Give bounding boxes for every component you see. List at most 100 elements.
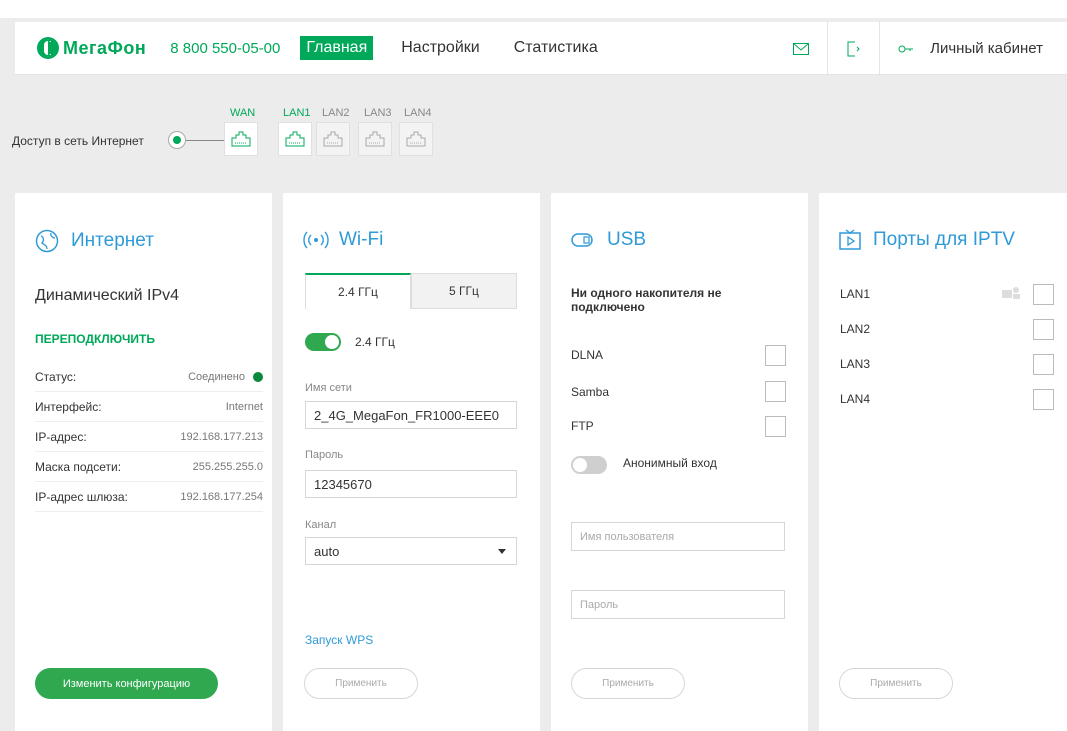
username-input[interactable] bbox=[571, 522, 785, 551]
ethernet-port-icon bbox=[406, 131, 426, 147]
channel-value: auto bbox=[314, 543, 340, 559]
port-lan3[interactable] bbox=[358, 122, 392, 156]
service-label-dlna: DLNA bbox=[571, 348, 604, 362]
row-key: Интерфейс: bbox=[35, 399, 102, 414]
iptv-lan2-checkbox[interactable] bbox=[1033, 319, 1054, 340]
usb-title-text: USB bbox=[607, 229, 647, 250]
row-key: Статус: bbox=[35, 369, 77, 384]
table-row: Статус: Соединено bbox=[35, 362, 263, 392]
nav-item-stats[interactable]: Статистика bbox=[508, 36, 604, 60]
messages-button[interactable] bbox=[775, 22, 827, 75]
iptv-apply-button[interactable]: Применить bbox=[839, 668, 953, 699]
usb-card: USB Ни одного накопителя не подключено D… bbox=[551, 193, 808, 731]
tab-5ghz[interactable]: 5 ГГц bbox=[411, 273, 517, 309]
row-value: 192.168.177.213 bbox=[180, 430, 263, 443]
dlna-checkbox[interactable] bbox=[765, 345, 786, 366]
iptv-port-label-lan3: LAN3 bbox=[840, 357, 871, 371]
port-label-lan1: LAN1 bbox=[283, 107, 311, 119]
ssid-label: Имя сети bbox=[305, 382, 352, 394]
globe-icon bbox=[35, 229, 59, 253]
internet-access-label: Доступ в сеть Интернет bbox=[12, 134, 144, 148]
header-actions: Личный кабинет bbox=[775, 22, 1067, 75]
wifi-toggle-label: 2.4 ГГц bbox=[355, 335, 395, 349]
chevron-down-icon bbox=[498, 549, 506, 554]
ethernet-port-icon bbox=[365, 131, 385, 147]
password-input[interactable] bbox=[305, 470, 517, 498]
personal-account-link[interactable]: Личный кабинет bbox=[879, 22, 1067, 75]
port-label-lan4: LAN4 bbox=[404, 107, 432, 119]
channel-select[interactable]: auto bbox=[305, 537, 517, 565]
tab-2-4ghz[interactable]: 2.4 ГГц bbox=[305, 273, 411, 309]
logo[interactable]: МегаФон bbox=[37, 37, 146, 59]
port-wan[interactable] bbox=[224, 122, 258, 156]
iptv-title-text: Порты для IPTV bbox=[873, 229, 1015, 250]
header: МегаФон 8 800 550-05-00 Главная Настройк… bbox=[15, 22, 1067, 75]
mail-icon bbox=[793, 42, 810, 55]
wifi-title: Wi-Fi bbox=[303, 229, 383, 251]
connector-line bbox=[186, 140, 224, 141]
nav-item-home[interactable]: Главная bbox=[300, 36, 374, 60]
internet-title: Интернет bbox=[35, 229, 154, 253]
table-row: Маска подсети: 255.255.255.0 bbox=[35, 452, 263, 482]
password-label: Пароль bbox=[305, 449, 344, 461]
connection-type: Динамический IPv4 bbox=[35, 287, 180, 304]
service-label-samba: Samba bbox=[571, 385, 610, 399]
band-tabs: 2.4 ГГц 5 ГГц bbox=[305, 273, 517, 309]
ethernet-port-icon bbox=[323, 131, 343, 147]
nav-item-settings[interactable]: Настройки bbox=[395, 36, 485, 60]
iptv-card: Порты для IPTV LAN1 LAN2 LAN3 LAN4 Приме… bbox=[819, 193, 1067, 731]
internet-title-text: Интернет bbox=[71, 230, 154, 251]
iptv-lan4-checkbox[interactable] bbox=[1033, 389, 1054, 410]
row-value: Internet bbox=[225, 400, 263, 413]
port-label-lan2: LAN2 bbox=[322, 107, 350, 119]
row-value: Соединено bbox=[188, 371, 263, 383]
port-lan1[interactable] bbox=[278, 122, 312, 156]
wps-link[interactable]: Запуск WPS bbox=[305, 633, 373, 647]
usb-password-input[interactable] bbox=[571, 590, 785, 619]
top-strip bbox=[0, 0, 1067, 18]
iptv-port-label-lan1: LAN1 bbox=[840, 287, 871, 301]
key-icon bbox=[898, 45, 914, 52]
iptv-lan3-checkbox[interactable] bbox=[1033, 354, 1054, 375]
megafon-logo-icon bbox=[37, 37, 59, 59]
reconnect-link[interactable]: ПЕРЕПОДКЛЮЧИТЬ bbox=[35, 332, 155, 346]
wifi-apply-button[interactable]: Применить bbox=[304, 668, 418, 699]
main-nav: Главная Настройки Статистика bbox=[292, 36, 603, 60]
cabinet-label: Личный кабинет bbox=[930, 40, 1043, 57]
logout-icon bbox=[847, 41, 860, 56]
samba-checkbox[interactable] bbox=[765, 381, 786, 402]
logout-button[interactable] bbox=[827, 22, 879, 75]
ethernet-port-icon bbox=[231, 131, 251, 147]
port-lan4[interactable] bbox=[399, 122, 433, 156]
ftp-checkbox[interactable] bbox=[765, 416, 786, 437]
change-config-button[interactable]: Изменить конфигурацию bbox=[35, 668, 218, 699]
table-row: IP-адрес шлюза: 192.168.177.254 bbox=[35, 482, 263, 512]
ssid-input[interactable] bbox=[305, 401, 517, 429]
wifi-card: Wi-Fi 2.4 ГГц 5 ГГц 2.4 ГГц Имя сети Пар… bbox=[283, 193, 540, 731]
channel-label: Канал bbox=[305, 519, 337, 531]
wifi-enable-toggle[interactable] bbox=[305, 333, 341, 351]
wifi-icon bbox=[303, 231, 329, 249]
port-lan2[interactable] bbox=[316, 122, 350, 156]
usb-no-drive-message: Ни одного накопителя не подключено bbox=[571, 286, 722, 314]
usb-title: USB bbox=[571, 229, 646, 251]
logo-text: МегаФон bbox=[63, 37, 147, 58]
connection-info-table: Статус: Соединено Интерфейс: Internet IP… bbox=[35, 362, 263, 512]
status-value: Соединено bbox=[188, 370, 245, 383]
wifi-title-text: Wi-Fi bbox=[339, 229, 384, 250]
table-row: Интерфейс: Internet bbox=[35, 392, 263, 422]
table-row: IP-адрес: 192.168.177.213 bbox=[35, 422, 263, 452]
row-value: 192.168.177.254 bbox=[180, 490, 263, 503]
row-key: IP-адрес шлюза: bbox=[35, 489, 128, 504]
iptv-lan1-checkbox[interactable] bbox=[1033, 284, 1054, 305]
iptv-port-label-lan4: LAN4 bbox=[840, 392, 871, 406]
anonymous-login-toggle[interactable] bbox=[571, 456, 607, 474]
usb-apply-button[interactable]: Применить bbox=[571, 668, 685, 699]
port-label-lan3: LAN3 bbox=[364, 107, 392, 119]
port-label-wan: WAN bbox=[230, 107, 256, 119]
row-value: 255.255.255.0 bbox=[192, 460, 263, 473]
iptv-title: Порты для IPTV bbox=[839, 229, 1015, 251]
row-key: IP-адрес: bbox=[35, 429, 87, 444]
ethernet-port-icon bbox=[285, 131, 305, 147]
ports-status-bar: Доступ в сеть Интернет WAN LAN1 LAN2 LAN… bbox=[0, 75, 1067, 185]
